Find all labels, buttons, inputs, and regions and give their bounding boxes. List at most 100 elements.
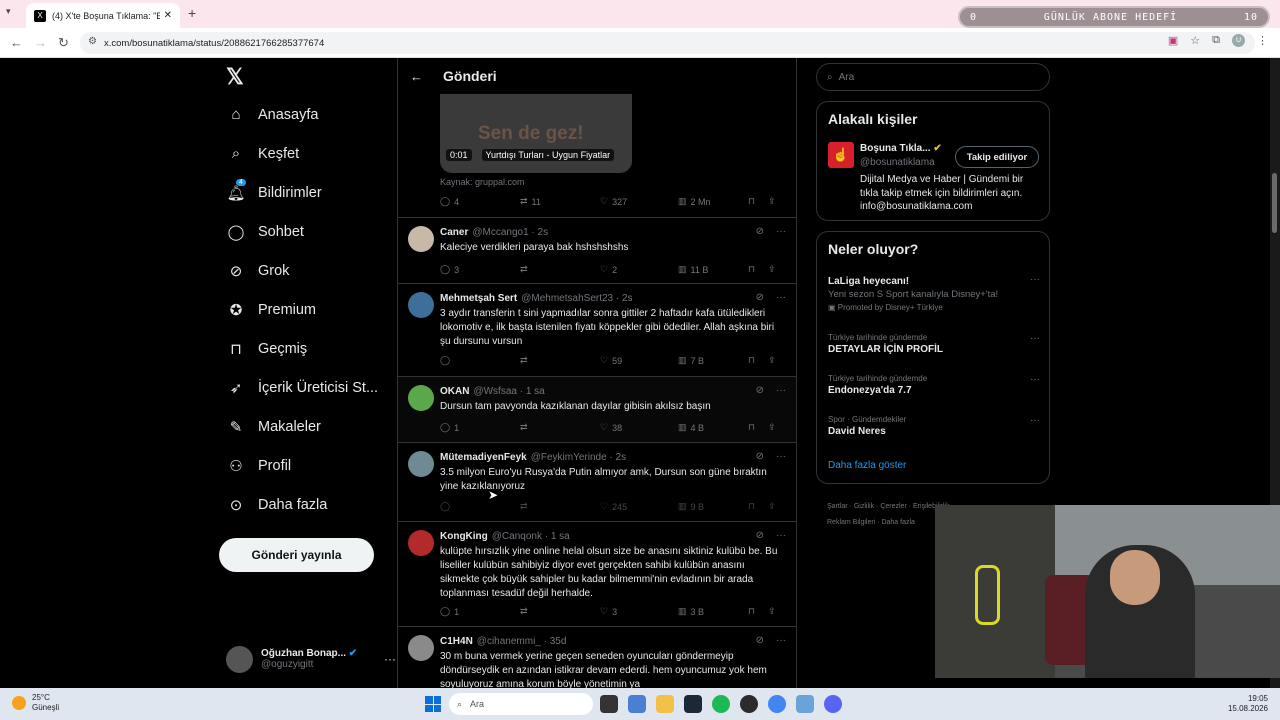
reply-button[interactable]: ◯	[440, 355, 520, 366]
share-icon[interactable]: ⇪	[768, 422, 785, 433]
more-dots-icon[interactable]: ···	[776, 226, 786, 237]
retweet-button[interactable]: ⇄	[520, 501, 600, 512]
chrome-icon[interactable]	[768, 695, 786, 713]
reply-tweet[interactable]: MütemadiyenFeyk @FeykimYerinde · 2s ⊘ ··· …	[398, 443, 796, 521]
views-button[interactable]: ▥ 3 B	[678, 606, 748, 617]
forward-icon[interactable]: →	[34, 35, 47, 50]
trend-item[interactable]: Spor · Gündemdekiler David Neres ···	[828, 415, 1040, 437]
spotify-icon[interactable]	[712, 695, 730, 713]
trend-item[interactable]: Türkiye tarihinde gündemde DETAYLAR İÇİN…	[828, 333, 1040, 355]
more-dots-icon[interactable]: ···	[1030, 274, 1040, 285]
reply-tweet[interactable]: Caner @Mccango1 · 2s ⊘ ··· Kaleciye verdik…	[398, 218, 796, 283]
browser-tab[interactable]: X (4) X'te Boşuna Tıklama: "Batrai ✕	[26, 3, 180, 28]
footer-link[interactable]: Çerezler	[880, 503, 906, 510]
reply-button[interactable]: ◯ 1	[440, 606, 520, 617]
grok-icon[interactable]: ⊘	[756, 226, 764, 237]
like-button[interactable]: ♡ 245	[600, 501, 678, 512]
trend-item[interactable]: Türkiye tarihinde gündemde Endonezya'da …	[828, 374, 1040, 396]
link-source[interactable]: Kaynak: gruppal.com	[440, 177, 525, 187]
file-explorer-icon[interactable]	[656, 695, 674, 713]
like-button[interactable]: ♡ 327	[600, 196, 678, 207]
reply-tweet[interactable]: OKAN @Wsfsaa · 1 sa ⊘ ··· Dursun tam pavyo…	[398, 377, 796, 442]
like-button[interactable]: ♡ 38	[600, 422, 678, 433]
share-icon[interactable]: ⇪	[768, 355, 785, 366]
grok-icon[interactable]: ⊘	[756, 451, 764, 462]
retweet-button[interactable]: ⇄ 11	[520, 196, 600, 207]
footer-link[interactable]: Reklam Bilgileri	[827, 519, 875, 526]
author-name[interactable]: OKAN	[440, 386, 469, 397]
nav-creator-studio[interactable]: ➶ İçerik Üreticisi St...	[226, 379, 378, 397]
footer-link[interactable]: Şartlar	[827, 503, 848, 510]
reply-button[interactable]: ◯	[440, 501, 520, 512]
avatar[interactable]: ☝	[828, 142, 854, 168]
bookmark-icon[interactable]: ⊓	[748, 264, 768, 275]
nav-more[interactable]: ⊙ Daha fazla	[226, 496, 328, 514]
x-logo-icon[interactable]: 𝕏	[226, 64, 244, 90]
back-arrow-icon[interactable]: ←	[410, 69, 423, 84]
account-switcher[interactable]: Oğuzhan Bonap... ✔ @oguzyigitt ···	[226, 643, 396, 675]
more-dots-icon[interactable]: ···	[384, 652, 396, 666]
video-card[interactable]: Sen de gez! 0:01 Yurtdışı Turları - Uygu…	[440, 93, 632, 173]
nav-profile[interactable]: ⚇ Profil	[226, 457, 291, 475]
reply-button[interactable]: ◯ 1	[440, 422, 520, 433]
trend-item[interactable]: LaLiga heyecanı! Yeni sezon S Sport kana…	[828, 274, 1040, 312]
retweet-button[interactable]: ⇄	[520, 355, 600, 366]
bookmark-icon[interactable]: ⊓	[748, 196, 768, 207]
reply-tweet[interactable]: C1H4N @cihanemmi_ · 35d ⊘ ··· 30 m buna ve…	[398, 627, 796, 688]
grok-icon[interactable]: ⊘	[756, 292, 764, 303]
more-dots-icon[interactable]: ···	[1030, 374, 1040, 385]
reply-tweet[interactable]: KongKing @Canqonk · 1 sa ⊘ ··· kulüpte hır…	[398, 522, 796, 626]
system-clock[interactable]: 19:05 15.08.2026	[1228, 694, 1268, 714]
nav-explore[interactable]: ⌕ Keşfet	[226, 145, 299, 162]
more-dots-icon[interactable]: ···	[776, 635, 786, 646]
site-info-icon[interactable]: ⚙	[88, 36, 97, 47]
share-icon[interactable]: ⇪	[768, 264, 785, 275]
settings-icon[interactable]	[796, 695, 814, 713]
reply-tweet[interactable]: Mehmetşah Sert @MehmetsahSert23 · 2s ⊘ ···…	[398, 284, 796, 376]
retweet-button[interactable]: ⇄	[520, 422, 600, 433]
retweet-button[interactable]: ⇄	[520, 264, 600, 275]
nav-notifications[interactable]: 🔔︎ 4 Bildirimler	[226, 179, 322, 202]
share-icon[interactable]: ⇪	[768, 501, 785, 512]
views-button[interactable]: ▥ 2 Mn	[678, 196, 748, 207]
author-name[interactable]: MütemadiyenFeyk	[440, 452, 527, 463]
grok-icon[interactable]: ⊘	[756, 385, 764, 396]
nav-chat[interactable]: ◯ Sohbet	[226, 223, 304, 241]
widgets-icon[interactable]	[628, 695, 646, 713]
views-button[interactable]: ▥ 4 B	[678, 422, 748, 433]
obs-icon[interactable]	[740, 695, 758, 713]
scrollbar-thumb[interactable]	[1272, 173, 1277, 233]
close-tab-icon[interactable]: ✕	[164, 10, 172, 21]
weather-widget[interactable]: 25°C Güneşli	[12, 693, 59, 713]
task-view-icon[interactable]	[600, 695, 618, 713]
reply-button[interactable]: ◯ 4	[440, 196, 520, 207]
following-button[interactable]: Takip ediliyor	[955, 146, 1039, 168]
footer-link[interactable]: Gizlilik	[854, 503, 874, 510]
reload-icon[interactable]: ↻	[58, 35, 69, 51]
footer-link[interactable]: Daha fazla	[881, 519, 914, 526]
bookmark-icon[interactable]: ⊓	[748, 606, 768, 617]
nav-bookmarks[interactable]: ⊓ Geçmiş	[226, 340, 307, 358]
show-more-link[interactable]: Daha fazla göster	[828, 460, 906, 471]
related-name[interactable]: Boşuna Tıkla... ✔	[860, 143, 942, 154]
bookmark-icon[interactable]: ⊓	[748, 501, 768, 512]
nav-home[interactable]: ⌂ Anasayfa	[226, 106, 318, 123]
nav-premium[interactable]: ✪ Premium	[226, 301, 316, 319]
retweet-button[interactable]: ⇄	[520, 606, 600, 617]
like-button[interactable]: ♡ 59	[600, 355, 678, 366]
author-name[interactable]: C1H4N	[440, 636, 473, 647]
new-tab-icon[interactable]: +	[188, 5, 196, 21]
author-name[interactable]: Caner	[440, 227, 468, 238]
steam-icon[interactable]	[684, 695, 702, 713]
bookmark-icon[interactable]: ⊓	[748, 422, 768, 433]
discord-icon[interactable]	[824, 695, 842, 713]
nav-articles[interactable]: ✎ Makaleler	[226, 418, 321, 436]
reply-button[interactable]: ◯ 3	[440, 264, 520, 275]
url-field[interactable]: ⚙ x.com/bosunatiklama/status/20886217662…	[80, 32, 1255, 54]
views-button[interactable]: ▥ 7 B	[678, 355, 748, 366]
views-button[interactable]: ▥ 11 B	[678, 264, 748, 275]
author-name[interactable]: Mehmetşah Sert	[440, 293, 517, 304]
like-button[interactable]: ♡ 3	[600, 606, 678, 617]
more-dots-icon[interactable]: ···	[1030, 415, 1040, 426]
more-dots-icon[interactable]: ···	[776, 530, 786, 541]
